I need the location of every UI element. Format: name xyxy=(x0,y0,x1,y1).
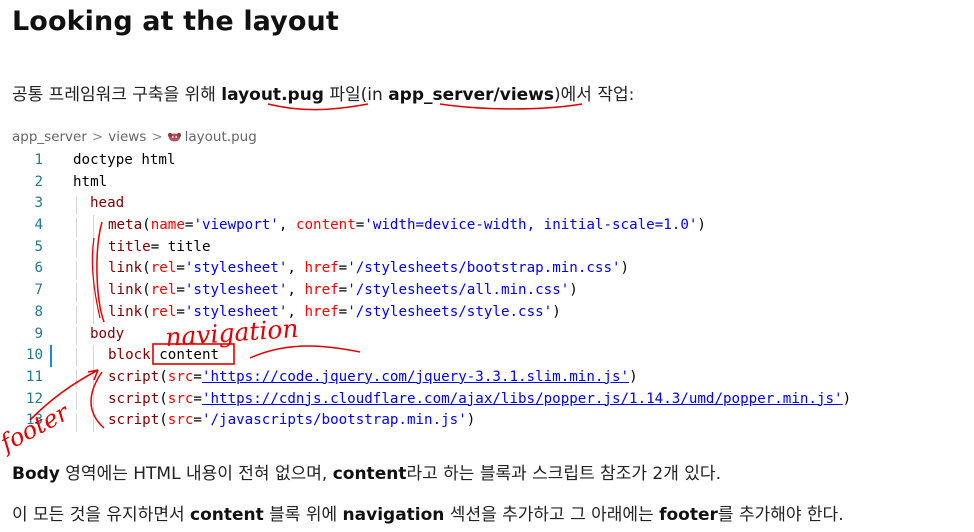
paragraph-instructions: 이 모든 것을 유지하면서 content 블록 위에 navigation 섹… xyxy=(12,505,844,525)
code-text: link(rel='stylesheet', href='/stylesheet… xyxy=(108,303,561,320)
line-number: 8 xyxy=(34,303,43,320)
code-line[interactable]: 13 script(src='/javascripts/bootstrap.min… xyxy=(0,410,974,432)
line-number: 9 xyxy=(34,325,43,342)
code-text: meta(name='viewport', content='width=dev… xyxy=(108,217,706,234)
code-line[interactable]: 1 doctype html xyxy=(0,150,974,172)
line-number: 7 xyxy=(34,282,43,299)
code-text: title= title xyxy=(108,238,211,255)
breadcrumb-file-layout-pug[interactable]: layout.pug xyxy=(185,129,257,145)
code-line[interactable]: 5 title= title xyxy=(0,236,974,259)
code-line[interactable]: 10 block content xyxy=(0,345,974,367)
line-number: 4 xyxy=(34,217,43,234)
code-text: link(rel='stylesheet', href='/stylesheet… xyxy=(108,260,630,277)
code-line[interactable]: 12 script(src='https://cdnjs.cloudflare.c… xyxy=(0,388,974,411)
code-text: script(src='/javascripts/bootstrap.min.j… xyxy=(108,412,476,429)
code-text: link(rel='stylesheet', href='/stylesheet… xyxy=(108,282,578,299)
code-line[interactable]: 11 script(src='https://code.jquery.com/jq… xyxy=(0,366,974,389)
para2-bold-content: content xyxy=(190,505,264,525)
intro-pre: 공통 프레임워크 구축을 위해 xyxy=(12,85,222,105)
line-number: 5 xyxy=(34,238,43,255)
page-heading: Looking at the layout xyxy=(12,6,339,37)
code-text: head xyxy=(90,195,125,212)
breadcrumb-folder-views[interactable]: views xyxy=(108,129,146,145)
line-number: 3 xyxy=(34,195,43,212)
line-number: 12 xyxy=(25,390,43,407)
code-line[interactable]: 7 link(rel='stylesheet', href='/styleshee… xyxy=(0,280,974,302)
code-text: script(src='https://cdnjs.cloudflare.com… xyxy=(108,390,852,407)
code-text: script(src='https://code.jquery.com/jque… xyxy=(108,368,638,385)
paragraph-body: Body 영역에는 HTML 내용이 전혀 없으며, content라고 하는 … xyxy=(12,464,721,484)
para2-bold-navigation: navigation xyxy=(342,505,445,525)
code-line[interactable]: 3 head xyxy=(0,193,974,216)
code-text: doctype html xyxy=(73,152,176,168)
breadcrumb: app_server > views > layout.pug xyxy=(12,129,257,145)
code-line[interactable]: 4 meta(name='viewport', content='width=de… xyxy=(0,215,974,237)
line-number: 2 xyxy=(34,173,43,190)
para2-bold-footer: footer xyxy=(659,505,718,525)
code-text: html xyxy=(73,173,108,190)
code-line[interactable]: 6 link(rel='stylesheet', href='/styleshee… xyxy=(0,258,974,281)
code-line[interactable]: 9 body xyxy=(0,324,974,346)
breadcrumb-separator: > xyxy=(151,129,163,145)
code-text: block content xyxy=(108,347,220,364)
breadcrumb-folder-app-server[interactable]: app_server xyxy=(12,129,87,145)
line-number: 6 xyxy=(34,260,43,277)
line-number: 1 xyxy=(34,152,43,168)
para1-bold-content: content xyxy=(332,464,407,484)
intro-post: )에서 작업: xyxy=(554,85,635,105)
code-line[interactable]: 2 html xyxy=(0,172,974,194)
para1-bold-body: Body xyxy=(12,464,60,484)
cursor-marker xyxy=(50,345,52,367)
pug-icon xyxy=(167,132,181,142)
breadcrumb-separator: > xyxy=(91,129,104,145)
code-line[interactable]: 8 link(rel='stylesheet', href='/styleshee… xyxy=(0,301,974,324)
line-number: 11 xyxy=(25,368,43,385)
code-editor[interactable]: 1 doctype html 2 html 3 head 4 meta(name='vi… xyxy=(0,150,974,432)
intro-mid: 파일(in xyxy=(323,85,389,105)
line-number: 10 xyxy=(25,347,43,364)
intro-text: 공통 프레임워크 구축을 위해 layout.pug 파일(in app_ser… xyxy=(12,80,634,105)
intro-file: layout.pug xyxy=(221,85,324,105)
intro-path: app_server/views xyxy=(388,85,554,105)
code-text: body xyxy=(90,325,125,342)
line-number: 13 xyxy=(25,412,43,429)
